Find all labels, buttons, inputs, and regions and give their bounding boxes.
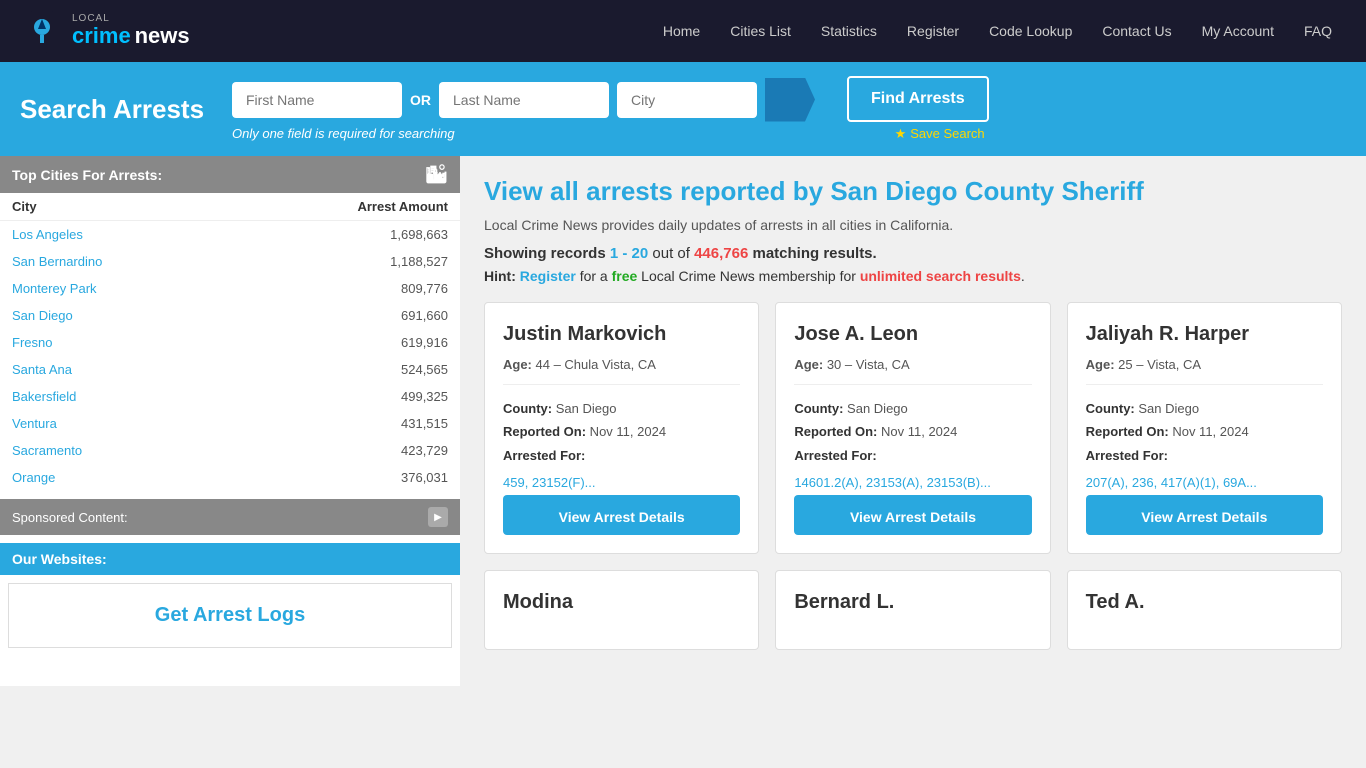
- card-info: County: San Diego Reported On: Nov 11, 2…: [503, 397, 740, 495]
- search-actions: Find Arrests ★Save Search: [847, 76, 989, 142]
- get-arrest-logs-title: Get Arrest Logs: [29, 604, 431, 627]
- our-websites-header: Our Websites:: [0, 543, 460, 575]
- table-row: Monterey Park809,776: [0, 275, 460, 302]
- find-arrests-button[interactable]: Find Arrests: [847, 76, 989, 122]
- table-row: Santa Ana524,565: [0, 356, 460, 383]
- showing-records: Showing records 1 - 20 out of 446,766 ma…: [484, 245, 1342, 262]
- card-info: County: San Diego Reported On: Nov 11, 2…: [1086, 397, 1323, 495]
- star-icon: ★: [895, 126, 907, 141]
- table-row: Fresno619,916: [0, 329, 460, 356]
- card-age: Age: 30 – Vista, CA: [794, 357, 1031, 372]
- logo[interactable]: LOCAL crime news: [20, 9, 190, 53]
- view-arrest-details-button[interactable]: View Arrest Details: [1086, 495, 1323, 535]
- view-arrest-details-button[interactable]: View Arrest Details: [503, 495, 740, 535]
- card-name: Jaliyah R. Harper: [1086, 321, 1323, 347]
- city-link[interactable]: Sacramento: [12, 443, 82, 458]
- card-charges: 459, 23152(F)...: [503, 471, 740, 494]
- arrest-card: Modina: [484, 570, 759, 650]
- search-inputs-wrapper: OR Only one field is required for search…: [232, 78, 815, 141]
- search-bar: Search Arrests OR Only one field is requ…: [0, 62, 1366, 156]
- top-navigation: LOCAL crime news Home Cities List Statis…: [0, 0, 1366, 62]
- cards-grid-1: Justin Markovich Age: 44 – Chula Vista, …: [484, 302, 1342, 554]
- last-name-input[interactable]: [439, 82, 609, 118]
- card-charges: 14601.2(A), 23153(A), 23153(B)...: [794, 471, 1031, 494]
- arrest-card: Ted A.: [1067, 570, 1342, 650]
- nav-statistics[interactable]: Statistics: [807, 15, 891, 47]
- nav-links: Home Cities List Statistics Register Cod…: [649, 15, 1346, 47]
- table-row: Los Angeles1,698,663: [0, 221, 460, 249]
- table-row: San Diego691,660: [0, 302, 460, 329]
- search-arrow-decoration: [765, 78, 815, 122]
- sponsored-header: Sponsored Content: ▶: [0, 499, 460, 535]
- hint-line: Hint: Register for a free Local Crime Ne…: [484, 268, 1342, 284]
- save-search-link[interactable]: ★Save Search: [895, 126, 989, 142]
- logo-crime-text: crime: [72, 23, 131, 48]
- city-link[interactable]: Santa Ana: [12, 362, 72, 377]
- city-link[interactable]: Monterey Park: [12, 281, 97, 296]
- city-link[interactable]: Orange: [12, 470, 55, 485]
- arrest-card: Jose A. Leon Age: 30 – Vista, CA County:…: [775, 302, 1050, 554]
- register-link[interactable]: Register: [516, 268, 576, 284]
- card-name: Ted A.: [1086, 589, 1323, 615]
- sidebar: Top Cities For Arrests: 🏙 City Arrest Am…: [0, 156, 460, 686]
- card-name: Modina: [503, 589, 740, 615]
- card-name: Jose A. Leon: [794, 321, 1031, 347]
- nav-faq[interactable]: FAQ: [1290, 15, 1346, 47]
- city-input[interactable]: [617, 82, 757, 118]
- nav-cities-list[interactable]: Cities List: [716, 15, 805, 47]
- table-row: Ventura431,515: [0, 410, 460, 437]
- first-name-input[interactable]: [232, 82, 402, 118]
- city-icon: 🏙: [425, 164, 448, 185]
- play-icon[interactable]: ▶: [428, 507, 448, 527]
- arrest-card: Bernard L.: [775, 570, 1050, 650]
- nav-contact-us[interactable]: Contact Us: [1088, 15, 1185, 47]
- nav-register[interactable]: Register: [893, 15, 973, 47]
- city-link[interactable]: Los Angeles: [12, 227, 83, 242]
- city-link[interactable]: Fresno: [12, 335, 52, 350]
- table-row: Bakersfield499,325: [0, 383, 460, 410]
- card-age: Age: 44 – Chula Vista, CA: [503, 357, 740, 372]
- city-col-header: City: [0, 193, 230, 221]
- cards-grid-2: Modina Bernard L. Ted A.: [484, 570, 1342, 650]
- view-arrest-details-button[interactable]: View Arrest Details: [794, 495, 1031, 535]
- city-link[interactable]: Ventura: [12, 416, 57, 431]
- page-title: View all arrests reported by San Diego C…: [484, 176, 1342, 207]
- city-link[interactable]: San Diego: [12, 308, 73, 323]
- arrest-card: Justin Markovich Age: 44 – Chula Vista, …: [484, 302, 759, 554]
- city-link[interactable]: San Bernardino: [12, 254, 102, 269]
- table-row: San Bernardino1,188,527: [0, 248, 460, 275]
- or-label: OR: [410, 92, 431, 108]
- search-hint: Only one field is required for searching: [232, 126, 815, 141]
- main-content: Top Cities For Arrests: 🏙 City Arrest Am…: [0, 156, 1366, 686]
- search-title: Search Arrests: [20, 94, 220, 125]
- logo-news-text: news: [135, 23, 190, 48]
- arrest-card: Jaliyah R. Harper Age: 25 – Vista, CA Co…: [1067, 302, 1342, 554]
- card-name: Justin Markovich: [503, 321, 740, 347]
- inputs-row: OR: [232, 78, 815, 122]
- card-info: County: San Diego Reported On: Nov 11, 2…: [794, 397, 1031, 495]
- cities-table: City Arrest Amount Los Angeles1,698,663S…: [0, 193, 460, 491]
- card-age: Age: 25 – Vista, CA: [1086, 357, 1323, 372]
- nav-home[interactable]: Home: [649, 15, 714, 47]
- city-link[interactable]: Bakersfield: [12, 389, 76, 404]
- amount-col-header: Arrest Amount: [230, 193, 460, 221]
- card-name: Bernard L.: [794, 589, 1031, 615]
- nav-my-account[interactable]: My Account: [1188, 15, 1288, 47]
- nav-code-lookup[interactable]: Code Lookup: [975, 15, 1086, 47]
- top-cities-header: Top Cities For Arrests: 🏙: [0, 156, 460, 193]
- subtitle: Local Crime News provides daily updates …: [484, 217, 1342, 233]
- content-area: View all arrests reported by San Diego C…: [460, 156, 1366, 686]
- get-arrest-logs: Get Arrest Logs: [8, 583, 452, 648]
- table-row: Orange376,031: [0, 464, 460, 491]
- table-row: Sacramento423,729: [0, 437, 460, 464]
- card-charges: 207(A), 236, 417(A)(1), 69A...: [1086, 471, 1323, 494]
